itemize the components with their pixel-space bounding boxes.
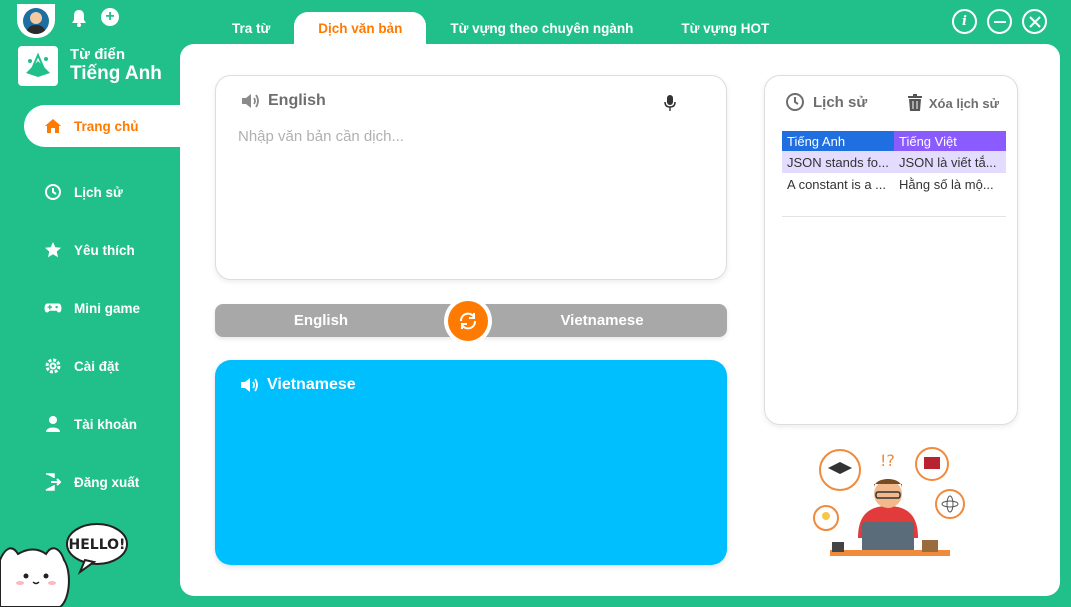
microphone-icon[interactable] (664, 94, 676, 117)
sidebar-item-label: Cài đặt (74, 358, 120, 374)
gear-icon (44, 357, 62, 375)
app-logo: Từ điển Tiếng Anh (18, 46, 162, 86)
svg-text:!?: !? (880, 451, 895, 470)
clear-history-label: Xóa lịch sử (928, 95, 999, 111)
minimize-button[interactable] (987, 9, 1012, 34)
history-title: Lịch sử (813, 93, 868, 111)
star-icon (44, 241, 62, 259)
history-col-vietnamese: Tiếng Việt (894, 131, 1006, 151)
source-language-label: English (268, 92, 326, 109)
logo-title-line2: Tiếng Anh (70, 62, 162, 84)
add-circle-icon[interactable]: + (101, 8, 119, 26)
minimize-icon (993, 20, 1006, 23)
close-button[interactable] (1022, 9, 1047, 34)
sidebar-item-label: Trang chủ (74, 118, 139, 134)
tab-lookup[interactable]: Tra từ (208, 12, 294, 45)
sidebar-item-label: Lịch sử (74, 184, 123, 200)
sidebar-item-logout[interactable]: Đăng xuất (0, 453, 180, 511)
tab-translate-text[interactable]: Dịch văn bản (294, 12, 427, 45)
speaker-icon[interactable] (240, 92, 260, 110)
source-language-selector[interactable]: English (215, 304, 427, 337)
language-switch-bar: English Vietnamese (215, 297, 727, 345)
sidebar-item-settings[interactable]: Cài đặt (0, 337, 180, 395)
sidebar-item-account[interactable]: Tài khoản (0, 395, 180, 453)
table-row[interactable]: JSON stands fo... JSON là viết tắ... (782, 151, 1006, 173)
info-icon: i (962, 14, 967, 29)
history-icon (44, 183, 62, 201)
history-cell-vietnamese: Hằng số là mộ... (899, 176, 994, 192)
swap-languages-button[interactable] (444, 297, 492, 345)
divider (782, 216, 1006, 217)
sidebar-item-label: Tài khoản (74, 416, 138, 432)
target-language-label: Vietnamese (267, 376, 356, 393)
sidebar-item-label: Đăng xuất (74, 474, 140, 490)
translation-output-card: Vietnamese (215, 360, 727, 565)
history-panel: Lịch sử Xóa lịch sử Tiếng Anh Tiếng Việt… (764, 75, 1018, 425)
speaker-icon[interactable] (239, 376, 259, 394)
logo-title-line1: Từ điển (70, 46, 126, 64)
history-cell-english: JSON stands fo... (782, 151, 894, 173)
clear-history-button[interactable]: Xóa lịch sử (907, 94, 999, 112)
sidebar-item-minigame[interactable]: Mini game (0, 279, 180, 337)
top-tabs: Tra từ Dịch văn bản Từ vựng theo chuyên … (208, 12, 793, 45)
cat-speech-text: HELLO! (69, 537, 126, 553)
tab-hot-vocab[interactable]: Từ vựng HOT (657, 12, 793, 45)
source-text-card: English (215, 75, 727, 280)
user-icon (44, 415, 62, 433)
hello-cat-illustration: HELLO! (0, 520, 140, 607)
info-button[interactable]: i (952, 9, 977, 34)
user-avatar[interactable] (17, 4, 55, 38)
sidebar-item-favorites[interactable]: Yêu thích (0, 221, 180, 279)
app-window: + Từ điển Tiếng Anh Trang chủ Lịch sử Yê… (0, 0, 1071, 607)
logo-icon (18, 46, 58, 86)
target-language-selector[interactable]: Vietnamese (507, 304, 697, 337)
sidebar-item-label: Mini game (74, 300, 141, 316)
swap-icon (460, 312, 476, 330)
window-controls: i (952, 9, 1047, 34)
close-icon (1028, 15, 1041, 28)
history-cell-english: A constant is a ... (787, 176, 886, 192)
tab-specialized-vocab[interactable]: Từ vựng theo chuyên ngành (426, 12, 657, 45)
home-icon (44, 118, 62, 134)
sidebar-item-home[interactable]: Trang chủ (24, 105, 180, 147)
bell-plus-icon[interactable] (70, 8, 88, 32)
student-illustration: !? (810, 442, 970, 569)
history-col-english: Tiếng Anh (782, 131, 894, 151)
sidebar-item-label: Yêu thích (74, 242, 135, 258)
sidebar: Trang chủ Lịch sử Yêu thích Mini game Cà… (0, 105, 180, 511)
history-cell-vietnamese: JSON là viết tắ... (894, 151, 1006, 173)
main-panel: English English Vietnamese Vietnamese (180, 44, 1060, 596)
gamepad-icon (44, 301, 62, 315)
sidebar-item-history[interactable]: Lịch sử (0, 163, 180, 221)
logout-icon (44, 473, 62, 491)
source-text-input[interactable] (238, 128, 708, 268)
trash-icon (907, 94, 922, 111)
table-row[interactable]: A constant is a ... Hằng số là mộ... (782, 173, 1006, 195)
history-icon (786, 93, 804, 111)
avatar-image (23, 8, 49, 34)
history-table: Tiếng Anh Tiếng Việt JSON stands fo... J… (782, 131, 1006, 195)
